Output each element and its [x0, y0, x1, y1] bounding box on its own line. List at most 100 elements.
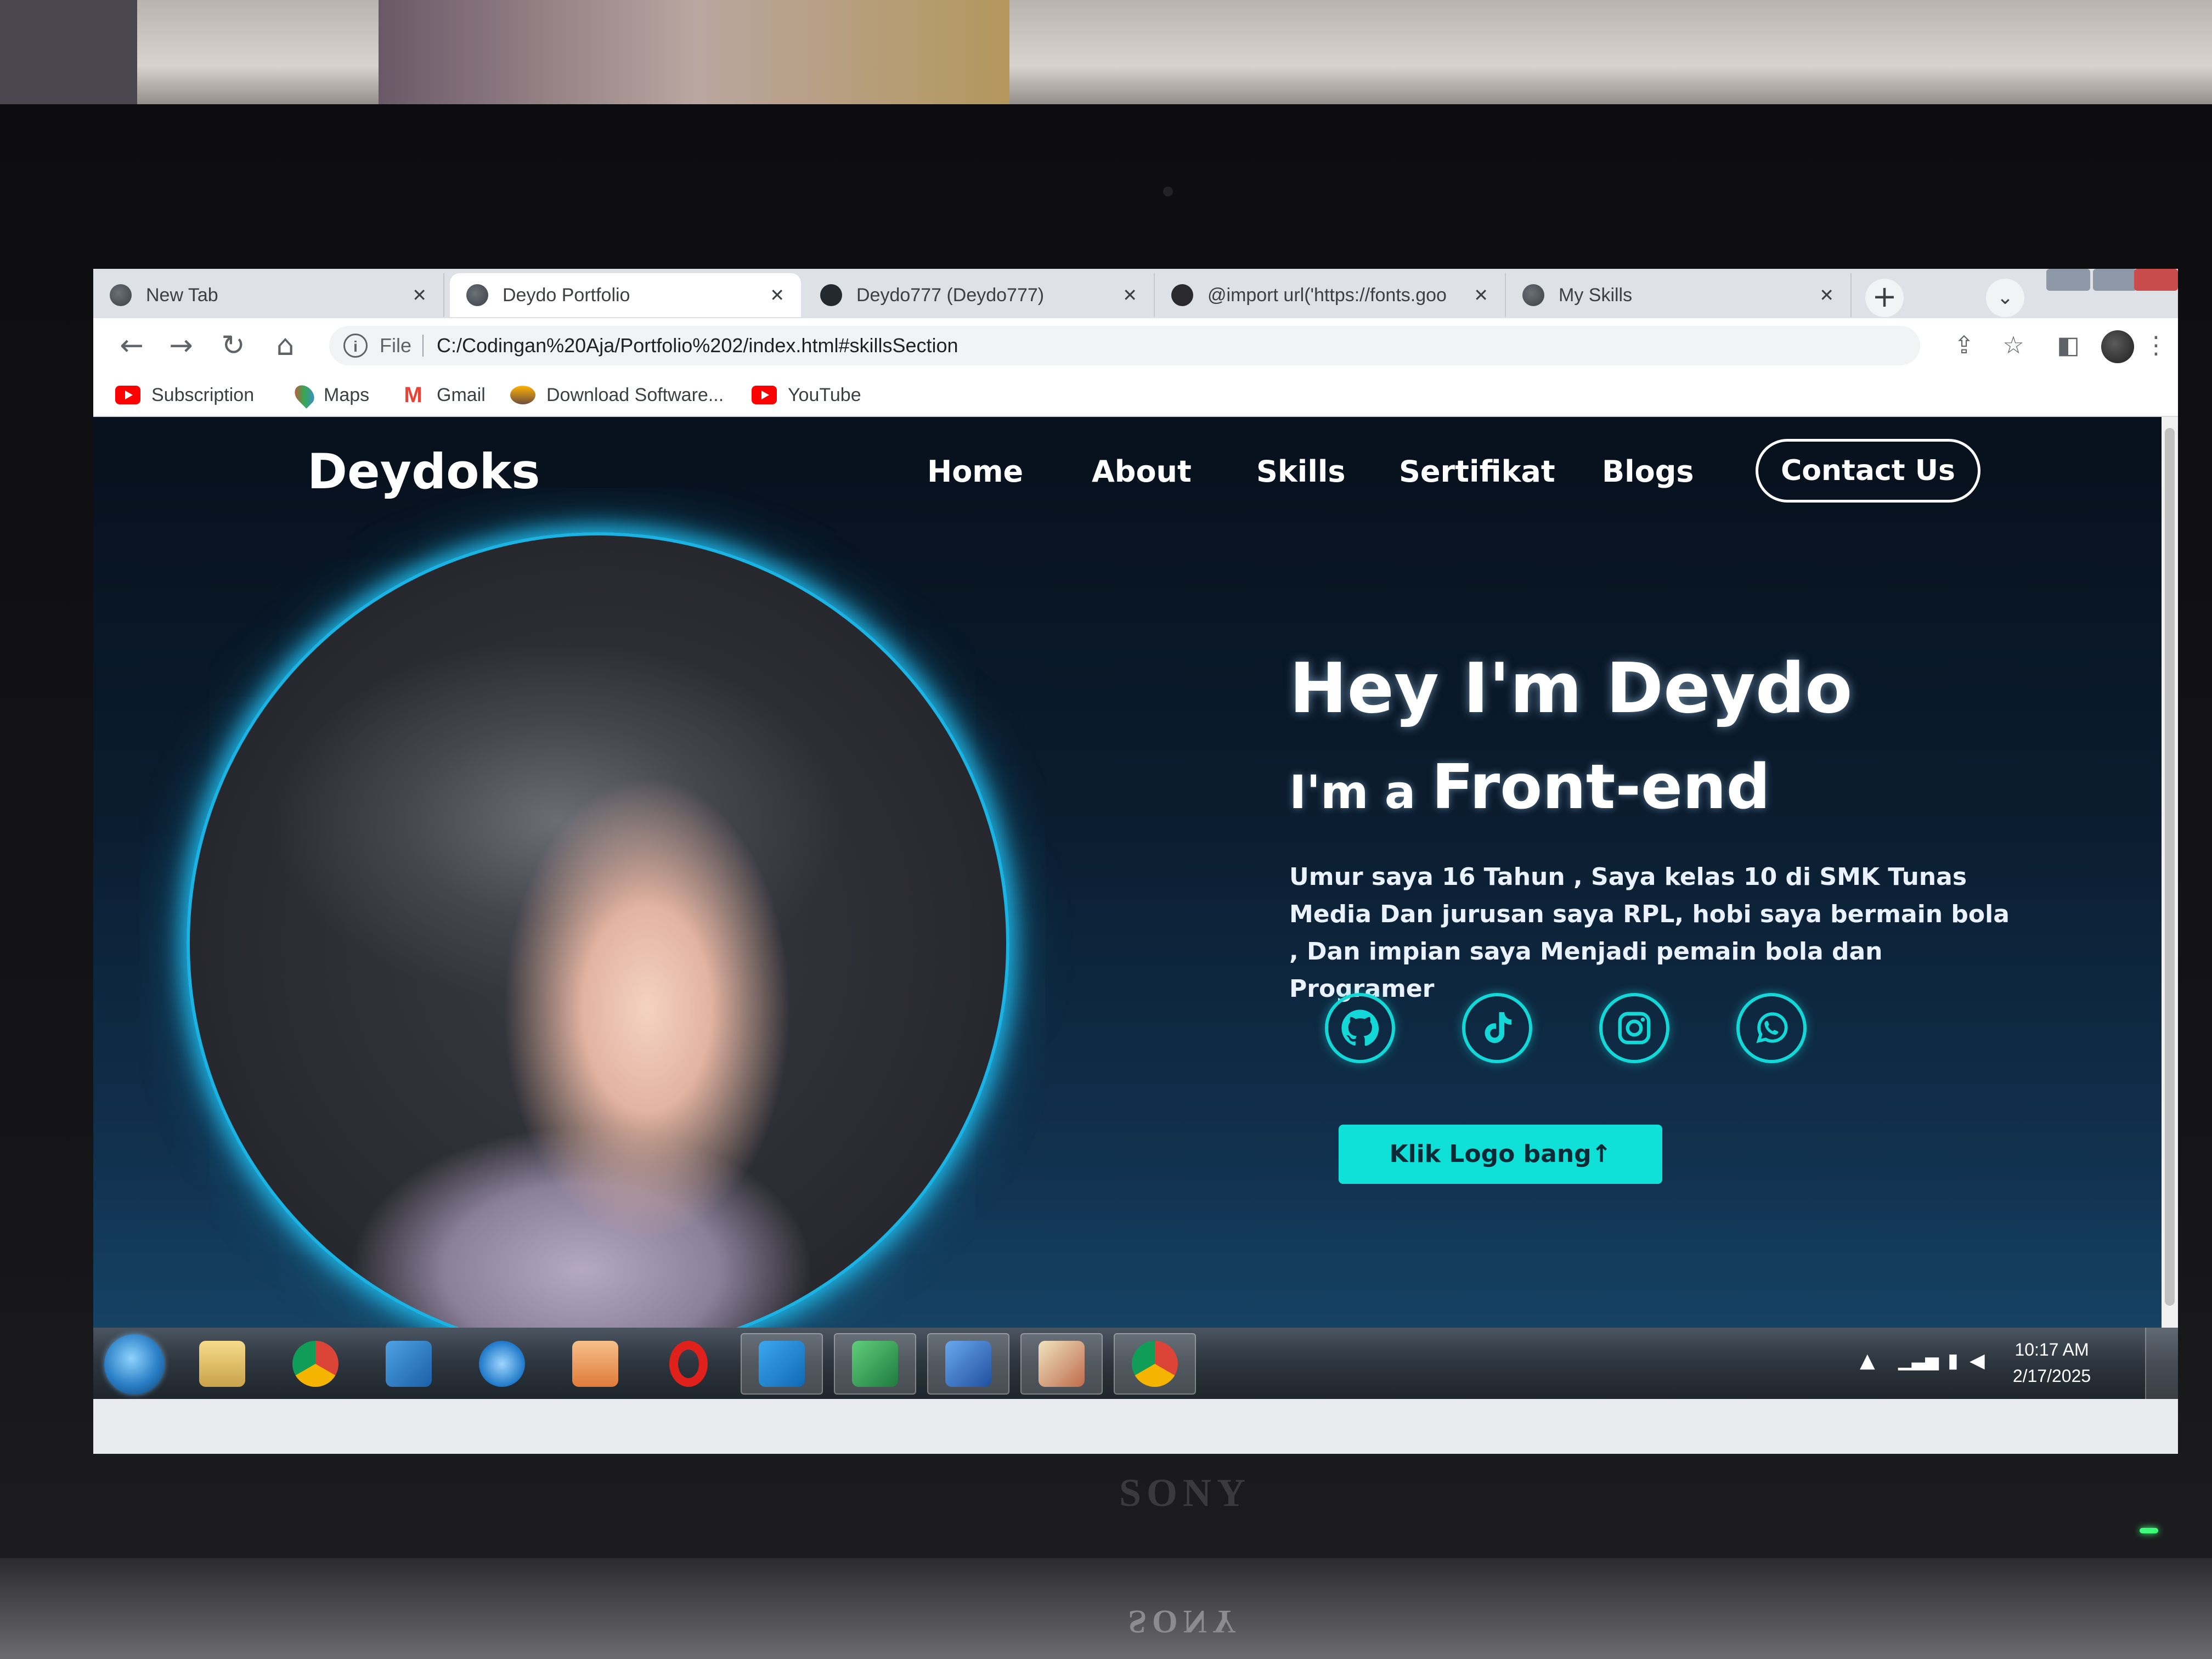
taskbar-excel[interactable]: [834, 1333, 916, 1395]
tab-new-tab[interactable]: New Tab ✕: [93, 273, 444, 317]
reload-button[interactable]: ↻: [217, 329, 250, 362]
page-scrollbar[interactable]: [2162, 417, 2178, 1328]
whatsapp-link[interactable]: [1736, 993, 1807, 1063]
address-url[interactable]: C:/Codingan%20Aja/Portfolio%202/index.ht…: [437, 334, 958, 357]
klik-logo-button[interactable]: Klik Logo bang↑: [1339, 1125, 1662, 1184]
windows-explorer-icon: [199, 1341, 245, 1387]
github-icon: [820, 284, 842, 306]
taskbar-internet-explorer[interactable]: [461, 1333, 543, 1395]
app-icon: [386, 1341, 432, 1387]
nav-home[interactable]: Home: [927, 450, 1023, 494]
tab-my-skills[interactable]: My Skills ✕: [1506, 273, 1852, 317]
instagram-link[interactable]: [1599, 993, 1669, 1063]
close-icon[interactable]: ✕: [412, 285, 427, 306]
tab-import-url[interactable]: @import url('https://fonts.goo ✕: [1155, 273, 1506, 317]
signal-icon[interactable]: ▁▃▅: [1898, 1350, 1939, 1370]
bookmark-subscription[interactable]: Subscription: [115, 381, 254, 409]
taskbar-app[interactable]: [368, 1333, 450, 1395]
bookmark-label: Download Software...: [546, 384, 724, 405]
site-logo[interactable]: Deydoks: [307, 439, 582, 505]
excel-icon: [852, 1341, 898, 1387]
close-icon[interactable]: ✕: [770, 285, 785, 306]
power-led: [2140, 1528, 2158, 1533]
portfolio-page: Deydoks Home About Skills Sertifikat Blo…: [93, 417, 2178, 1328]
home-button[interactable]: ⌂: [269, 329, 302, 362]
tab-deydo-portfolio[interactable]: Deydo Portfolio ✕: [450, 273, 801, 317]
tab-label: My Skills: [1559, 284, 1633, 306]
bookmark-label: YouTube: [788, 384, 861, 405]
start-button[interactable]: [104, 1334, 165, 1395]
info-icon[interactable]: i: [343, 334, 368, 358]
wall-poster: [379, 0, 1009, 104]
tab-label: @import url('https://fonts.goo: [1207, 284, 1447, 306]
scrollbar-thumb[interactable]: [2165, 428, 2175, 1306]
close-icon[interactable]: ✕: [1122, 285, 1137, 306]
instagram-icon: [1618, 1012, 1651, 1045]
taskbar-chrome-active[interactable]: [1114, 1333, 1196, 1395]
nav-about[interactable]: About: [1092, 450, 1192, 494]
volume-icon[interactable]: ◀: [1970, 1350, 1985, 1372]
globe-icon: [1522, 284, 1544, 306]
hero-title: Hey I'm Deydo: [1289, 648, 1853, 729]
taskbar-media-player[interactable]: [554, 1333, 636, 1395]
nav-sertifikat[interactable]: Sertifikat: [1399, 450, 1555, 494]
nav-blogs[interactable]: Blogs: [1602, 450, 1694, 494]
tab-strip: New Tab ✕ Deydo Portfolio ✕ Deydo777 (De…: [93, 269, 2178, 318]
forward-button[interactable]: →: [165, 329, 198, 362]
dark-circle-icon: [1171, 284, 1193, 306]
clock-date: 2/17/2025: [2012, 1366, 2091, 1386]
tab-search-button[interactable]: ⌄: [1986, 279, 2024, 317]
tray-overflow-icon[interactable]: ▲: [1860, 1350, 1875, 1372]
close-icon[interactable]: ✕: [1474, 285, 1488, 306]
media-player-icon: [572, 1341, 618, 1387]
close-window-button[interactable]: [2134, 269, 2178, 291]
maximize-button[interactable]: [2093, 269, 2137, 291]
github-link[interactable]: [1325, 993, 1395, 1063]
share-icon[interactable]: ⇪: [1948, 329, 1980, 362]
taskbar-explorer[interactable]: [181, 1333, 263, 1395]
taskbar-word[interactable]: [927, 1333, 1009, 1395]
tiktok-link[interactable]: [1462, 993, 1532, 1063]
taskbar-paint[interactable]: [1020, 1333, 1103, 1395]
new-tab-button[interactable]: +: [1865, 279, 1904, 317]
laptop-brand: SONY: [1119, 1471, 1251, 1515]
tab-github[interactable]: Deydo777 (Deydo777) ✕: [804, 273, 1155, 317]
taskbar-vscode[interactable]: [741, 1333, 823, 1395]
browser-toolbar: ← → ↻ ⌂ i File C:/Codingan%20Aja/Portfol…: [93, 318, 2178, 373]
back-button[interactable]: ←: [115, 329, 148, 362]
tab-label: New Tab: [146, 284, 218, 306]
hero-role: Front-end: [1431, 752, 1770, 823]
bookmark-gmail[interactable]: M Gmail: [400, 381, 485, 409]
webcam: [1163, 187, 1173, 196]
taskbar: ▲ ▁▃▅ ▮ ◀ 10:17 AM 2/17/2025: [93, 1328, 2178, 1399]
word-icon: [945, 1341, 991, 1387]
taskbar-chrome[interactable]: [274, 1333, 357, 1395]
contact-us-button[interactable]: Contact Us: [1756, 439, 1980, 503]
tiktok-icon: [1485, 1012, 1511, 1043]
address-bar[interactable]: i File C:/Codingan%20Aja/Portfolio%202/i…: [329, 326, 1920, 365]
bookmark-download-software[interactable]: Download Software...: [510, 381, 724, 409]
screen: New Tab ✕ Deydo Portfolio ✕ Deydo777 (De…: [93, 269, 2178, 1454]
bookmark-youtube[interactable]: YouTube: [752, 381, 861, 409]
close-icon[interactable]: ✕: [1819, 285, 1834, 306]
bookmark-label: Maps: [324, 384, 370, 405]
bookmarks-bar: Subscription Maps M Gmail Download Softw…: [93, 373, 2178, 417]
minimize-button[interactable]: [2046, 269, 2090, 291]
profile-avatar[interactable]: [2101, 330, 2134, 363]
gmail-icon: M: [404, 383, 422, 407]
side-panel-icon[interactable]: ◧: [2052, 329, 2085, 362]
chrome-icon: [292, 1341, 338, 1387]
download-icon: [510, 386, 535, 404]
bookmark-label: Subscription: [151, 384, 255, 405]
youtube-icon: [115, 386, 140, 404]
address-scheme: File: [380, 334, 412, 357]
nav-skills[interactable]: Skills: [1256, 450, 1345, 494]
show-desktop-button[interactable]: [2145, 1328, 2178, 1399]
battery-icon[interactable]: ▮: [1948, 1350, 1959, 1372]
system-clock[interactable]: 10:17 AM 2/17/2025: [1991, 1336, 2112, 1391]
taskbar-opera[interactable]: [647, 1333, 730, 1395]
menu-icon[interactable]: ⋮: [2140, 329, 2172, 362]
star-icon[interactable]: ☆: [1997, 329, 2030, 362]
tab-label: Deydo777 (Deydo777): [856, 284, 1045, 306]
bookmark-maps[interactable]: Maps: [291, 381, 370, 409]
